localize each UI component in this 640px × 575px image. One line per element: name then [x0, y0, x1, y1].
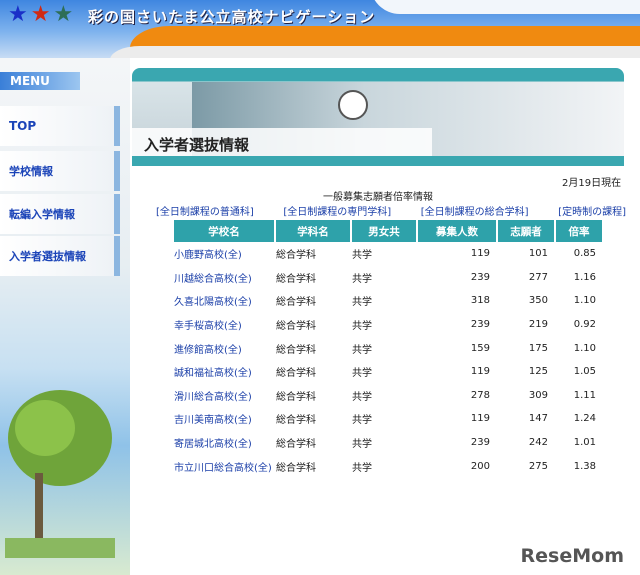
sidebar: MENU TOP 学校情報 転編入学情報 入学者選抜情報: [0, 58, 130, 575]
applicants: 175: [528, 342, 548, 354]
table-row: 幸手桜高校(全) 総合学科 共学 239 219 0.92: [174, 313, 602, 337]
table-row: 久喜北陽高校(全) 総合学科 共学 318 350 1.10: [174, 289, 602, 313]
gender: 共学: [352, 297, 372, 309]
ratio: 1.10: [573, 342, 596, 354]
course-links: [全日制課程の普通科] [全日制課程の専門学科] [全日制課程の総合学科] [定…: [156, 203, 626, 218]
department: 総合学科: [276, 344, 316, 356]
gender: 共学: [352, 391, 372, 403]
applicants: 277: [528, 271, 548, 283]
page-title: 入学者選抜情報: [144, 136, 250, 154]
table-row: 市立川口総合高校(全) 総合学科 共学 200 275 1.38: [174, 454, 602, 478]
table-row: 滑川総合高校(全) 総合学科 共学 278 309 1.11: [174, 384, 602, 408]
ratio: 0.85: [573, 248, 596, 260]
school-link[interactable]: 滑川総合高校(全): [174, 384, 274, 408]
applicants: 242: [528, 437, 548, 449]
table-row: 誠和福祉高校(全) 総合学科 共学 119 125 1.05: [174, 360, 602, 384]
ratio: 1.01: [573, 437, 596, 449]
ratio: 1.16: [573, 271, 596, 283]
department: 総合学科: [276, 250, 316, 262]
ratio: 1.05: [573, 366, 596, 378]
applicants: 350: [528, 295, 548, 307]
col-gender: 男女共: [352, 220, 416, 242]
capacity: 119: [470, 248, 490, 260]
gender: 共学: [352, 344, 372, 356]
ratio: 1.38: [573, 460, 596, 472]
as-of-date: 2月19日現在: [562, 178, 622, 189]
school-link[interactable]: 進修館高校(全): [174, 336, 274, 360]
gender: 共学: [352, 439, 372, 451]
col-ratio: 倍率: [556, 220, 602, 242]
capacity: 278: [470, 389, 490, 401]
sidebar-item-transfer-info[interactable]: 転編入学情報: [0, 194, 120, 234]
school-link[interactable]: 川越総合高校(全): [174, 266, 274, 290]
school-link[interactable]: 幸手桜高校(全): [174, 313, 274, 337]
school-link[interactable]: 誠和福祉高校(全): [174, 360, 274, 384]
applicants: 309: [528, 389, 548, 401]
menu-title: MENU: [0, 72, 80, 90]
ratio: 1.24: [573, 413, 596, 425]
capacity: 200: [470, 460, 490, 472]
applicants: 147: [528, 413, 548, 425]
table-caption: 一般募集志願者倍率情報: [323, 192, 433, 203]
applicants: 219: [528, 319, 548, 331]
school-link[interactable]: 小鹿野高校(全): [174, 242, 274, 266]
ratio: 1.10: [573, 295, 596, 307]
link-comprehensive-course[interactable]: [全日制課程の総合学科]: [421, 203, 529, 218]
gender: 共学: [352, 321, 372, 333]
applicants: 275: [528, 460, 548, 472]
col-department: 学科名: [276, 220, 350, 242]
gender: 共学: [352, 250, 372, 262]
link-general-course[interactable]: [全日制課程の普通科]: [156, 203, 254, 218]
ratio: 0.92: [573, 319, 596, 331]
department: 総合学科: [276, 439, 316, 451]
department: 総合学科: [276, 462, 316, 474]
capacity: 119: [470, 366, 490, 378]
gender: 共学: [352, 415, 372, 427]
gender: 共学: [352, 462, 372, 474]
clock-icon: [338, 90, 368, 120]
col-applicants: 志願者: [498, 220, 554, 242]
logo-stars-icon[interactable]: ★ ★ ★: [8, 4, 73, 26]
table-row: 吉川美南高校(全) 総合学科 共学 119 147 1.24: [174, 407, 602, 431]
school-link[interactable]: 市立川口総合高校(全): [174, 454, 274, 478]
gender: 共学: [352, 368, 372, 380]
department: 総合学科: [276, 321, 316, 333]
department: 総合学科: [276, 273, 316, 285]
table-row: 川越総合高校(全) 総合学科 共学 239 277 1.16: [174, 266, 602, 290]
department: 総合学科: [276, 415, 316, 427]
watermark-logo: ReseMom: [520, 545, 624, 567]
link-part-time-course[interactable]: [定時制の課程]: [558, 203, 626, 218]
link-specialized-course[interactable]: [全日制課程の専門学科]: [283, 203, 391, 218]
capacity: 239: [470, 437, 490, 449]
site-title[interactable]: 彩の国さいたま公立高校ナビゲーション: [88, 6, 375, 27]
col-school: 学校名: [174, 220, 274, 242]
school-link[interactable]: 久喜北陽高校(全): [174, 289, 274, 313]
table-row: 寄居城北高校(全) 総合学科 共学 239 242 1.01: [174, 431, 602, 455]
sidebar-item-admission-info[interactable]: 入学者選抜情報: [0, 236, 120, 276]
col-capacity: 募集人数: [418, 220, 496, 242]
capacity: 239: [470, 319, 490, 331]
gender: 共学: [352, 273, 372, 285]
table-row: 小鹿野高校(全) 総合学科 共学 119 101 0.85: [174, 242, 602, 266]
page-banner: 入学者選抜情報: [132, 68, 624, 166]
applicants: 101: [528, 248, 548, 260]
school-link[interactable]: 寄居城北高校(全): [174, 431, 274, 455]
sidebar-item-top[interactable]: TOP: [0, 106, 120, 146]
capacity: 119: [470, 413, 490, 425]
school-link[interactable]: 吉川美南高校(全): [174, 407, 274, 431]
department: 総合学科: [276, 297, 316, 309]
capacity: 239: [470, 271, 490, 283]
site-header: ★ ★ ★ 彩の国さいたま公立高校ナビゲーション: [0, 0, 640, 58]
department: 総合学科: [276, 391, 316, 403]
ratio-table: 学校名 学科名 男女共 募集人数 志願者 倍率 小鹿野高校(全) 総合学科 共学 11…: [172, 220, 604, 478]
capacity: 159: [470, 342, 490, 354]
capacity: 318: [470, 295, 490, 307]
applicants: 125: [528, 366, 548, 378]
sidebar-item-school-info[interactable]: 学校情報: [0, 151, 120, 191]
department: 総合学科: [276, 368, 316, 380]
ratio: 1.11: [573, 389, 596, 401]
table-row: 進修館高校(全) 総合学科 共学 159 175 1.10: [174, 336, 602, 360]
tree-image: [5, 390, 115, 558]
